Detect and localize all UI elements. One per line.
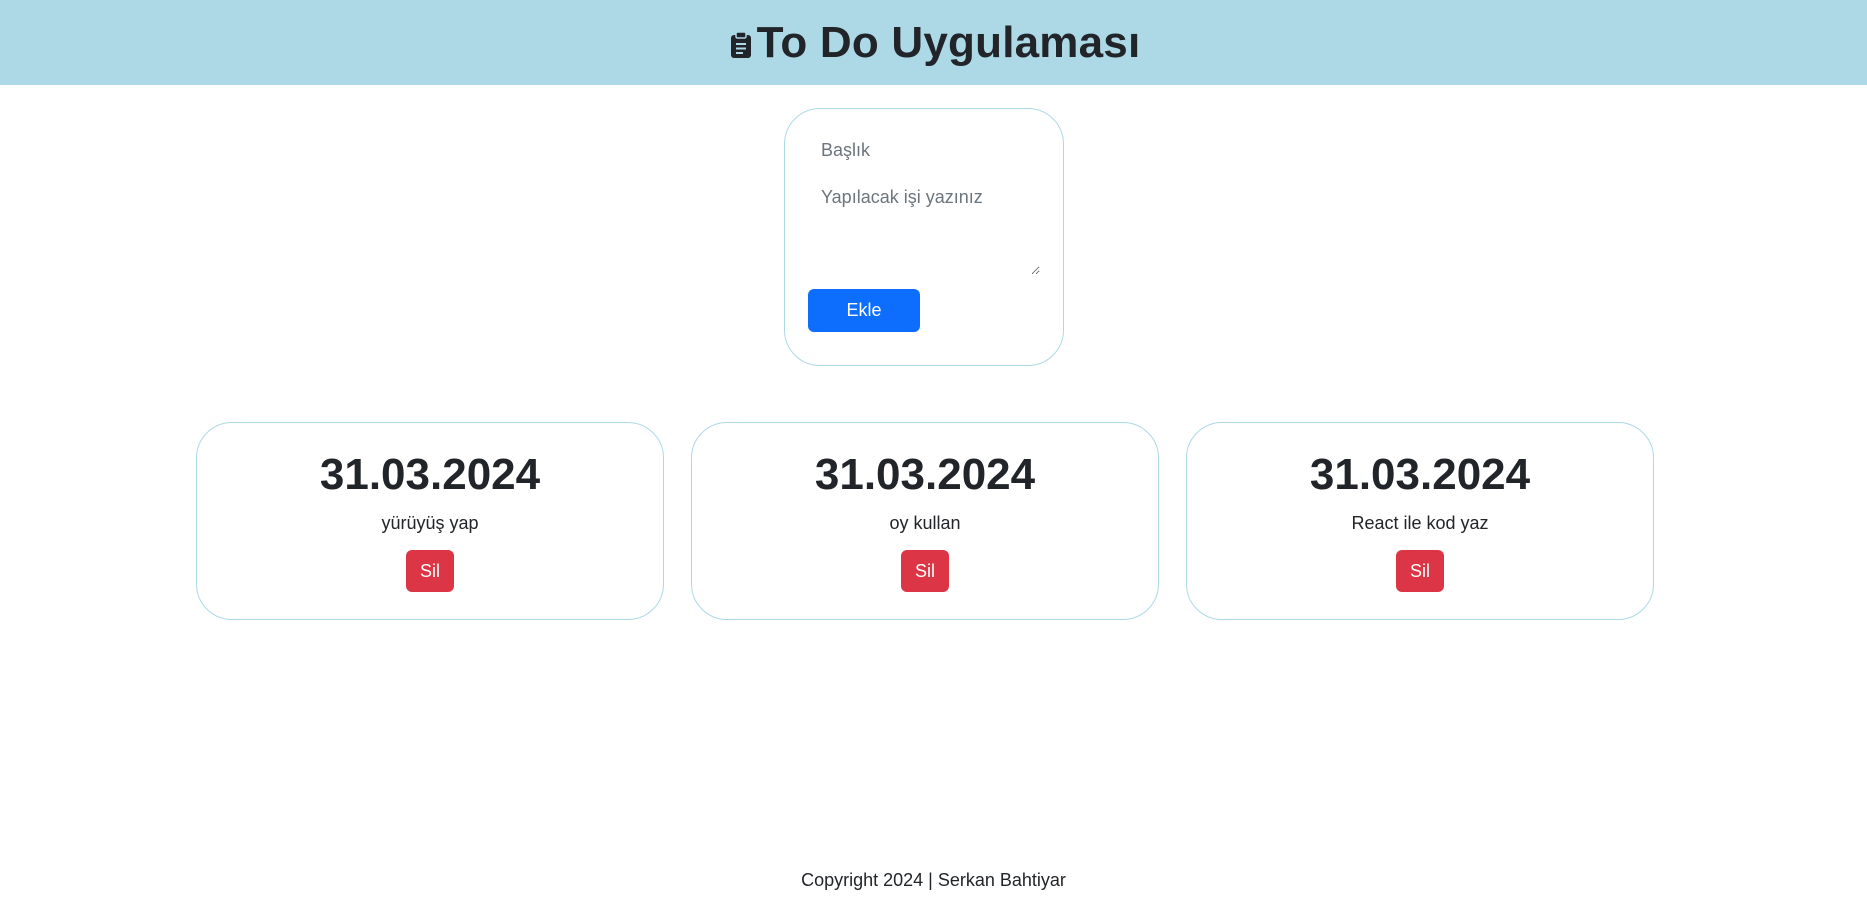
todo-card: 31.03.2024 oy kullan Sil [691, 422, 1159, 620]
todo-text: React ile kod yaz [1351, 513, 1489, 534]
delete-button[interactable]: Sil [405, 550, 454, 593]
delete-button[interactable]: Sil [1395, 550, 1444, 593]
header-content: To Do Uygulaması [727, 18, 1141, 68]
todo-date: 31.03.2024 [319, 450, 541, 499]
clipboard-icon [727, 27, 755, 63]
footer-copyright: Copyright 2024 | Serkan Bahtiyar [801, 870, 1066, 890]
app-header: To Do Uygulaması [0, 0, 1867, 85]
todo-date: 31.03.2024 [1309, 450, 1531, 499]
todo-list: 31.03.2024 yürüyüş yap Sil 31.03.2024 oy… [196, 422, 1654, 620]
todo-date: 31.03.2024 [814, 450, 1036, 499]
page-title: To Do Uygulaması [756, 17, 1141, 67]
add-todo-form: Ekle [784, 108, 1064, 366]
todo-text: yürüyüş yap [381, 513, 479, 534]
todo-text: oy kullan [889, 513, 961, 534]
task-textarea[interactable] [808, 175, 1040, 275]
delete-button[interactable]: Sil [900, 550, 949, 593]
todo-card: 31.03.2024 yürüyüş yap Sil [196, 422, 664, 620]
title-input[interactable] [808, 130, 1040, 171]
add-button[interactable]: Ekle [808, 289, 920, 332]
todo-card: 31.03.2024 React ile kod yaz Sil [1186, 422, 1654, 620]
